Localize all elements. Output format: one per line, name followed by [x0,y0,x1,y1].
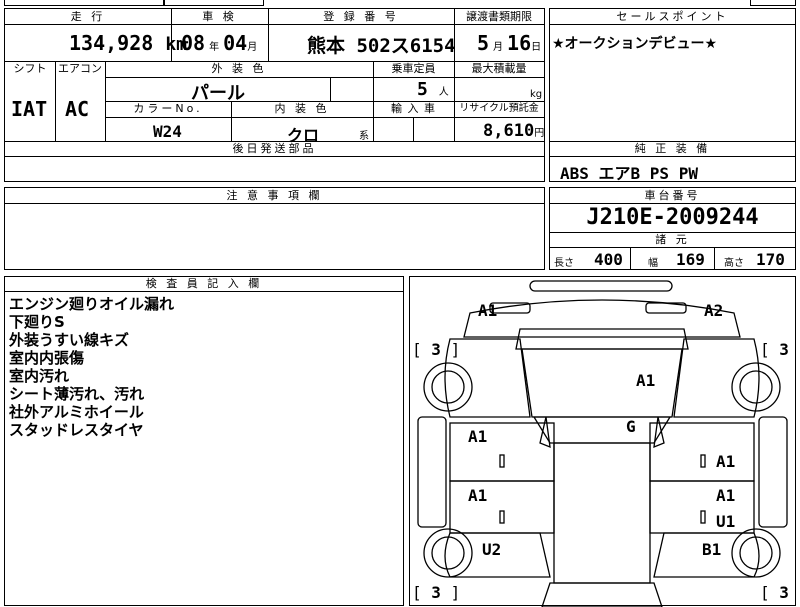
tire-front-right: [ 3 ] [760,340,800,359]
shift-value: IAT [11,97,48,121]
recycle-value: 8,610円 [483,121,545,141]
mark-left-rear-quarter: U2 [482,540,502,559]
height-label: 高さ [724,258,744,269]
exterior-color-header: 外 装 色 [211,62,267,75]
standard-equipment-section: 純 正 装 備 ABS エアB PS PW [549,141,796,183]
sales-point-header: セールスポイント [616,10,729,23]
note-line: エンジン廻りオイル漏れ [9,295,175,313]
mark-front-left: A1 [478,301,498,320]
inspector-notes-list: エンジン廻りオイル漏れ 下廻りS 外装うすい線キズ 室内内張傷 室内汚れ シート… [9,295,174,439]
mileage-value: 134,928 km [69,31,188,55]
color-no-value: W24 [153,122,182,141]
interior-color-suffix: 系 [359,131,369,142]
chassis-header: 車台番号 [644,189,701,202]
height-value: 170 [756,250,785,269]
note-line: 社外アルミホイール [9,403,144,421]
shift-header: シフト [13,62,47,75]
mark-front-right: A2 [704,301,724,320]
caution-section: 注 意 事 項 欄 [4,187,545,270]
inspector-notes-header: 検 査 員 記 入 欄 [145,277,263,290]
length-label: 長さ [554,258,574,269]
top-strip-cell [750,0,796,6]
note-line: 外装うすい線キズ [9,331,130,349]
note-line: スタッドレスタイヤ [9,421,144,439]
note-line: 室内汚れ [9,367,70,385]
mileage-header: 走 行 [70,10,106,23]
note-line: シート薄汚れ、汚れ [9,385,145,403]
aircon-value: AC [65,97,90,121]
max-load-unit: kg [530,89,543,100]
caution-header: 注 意 事 項 欄 [226,189,323,202]
max-load-header: 最大積載量 [471,62,527,75]
recycle-header: リサイクル預託金 [459,103,539,114]
mark-right-rear-door-upper: A1 [716,486,736,505]
note-line: 室内内張傷 [9,349,85,367]
specs-header: 諸 元 [655,233,690,246]
inspection-value: 08 年 04月 [181,31,258,55]
inspection-header: 車 検 [202,10,237,23]
mark-left-rear-door: A1 [468,486,488,505]
mark-left-front-door: A1 [468,427,488,446]
tire-rear-right: [ 3 ] [760,583,800,602]
transfer-deadline-header: 譲渡書類期限 [466,10,532,23]
width-label: 幅 [648,258,658,269]
capacity-header: 乗車定員 [391,62,436,75]
later-parts-header: 後日発送部品 [232,142,317,155]
note-line: 下廻りS [9,313,65,331]
registration-header: 登 録 番 号 [323,10,399,23]
vehicle-info-grid: 走 行 車 検 登 録 番 号 譲渡書類期限 134,928 km 08 年 04月… [4,8,545,145]
standard-equipment-value: ABS エアB PS PW [560,164,698,183]
mark-hood: A1 [636,371,656,390]
length-value: 400 [594,250,623,269]
registration-value: 熊本 502ス6154 [307,35,456,57]
width-value: 169 [676,250,705,269]
sales-point-section: セールスポイント ★オークションデビュー★ [549,8,796,142]
tire-front-left: [ 3 ] [412,340,461,359]
capacity-value: 5 人 [417,79,449,100]
top-strip-cell [4,0,164,6]
import-car-header: 輸 入 車 [391,102,436,115]
interior-color-header: 内 装 色 [274,102,330,115]
later-parts-section: 後日発送部品 [4,141,545,182]
transfer-deadline-value: 5 月 16日 [477,31,542,55]
chassis-section: 車台番号 J210E-2009244 諸 元 長さ 400 幅 169 高さ 1… [549,187,796,270]
inspector-notes-section: 検 査 員 記 入 欄 エンジン廻りオイル漏れ 下廻りS 外装うすい線キズ 室内… [4,276,404,606]
chassis-number: J210E-2009244 [586,205,759,230]
color-no-header: カラーNo. [133,102,203,115]
sales-point-text: ★オークションデビュー★ [552,36,718,52]
top-strip-cell [164,0,264,6]
tire-rear-left: [ 3 ] [412,583,461,602]
mark-right-front-door: A1 [716,452,736,471]
mark-right-rear-door-lower: U1 [716,512,736,531]
standard-equipment-header: 純 正 装 備 [634,142,711,155]
aircon-header: エアコン [58,62,102,75]
mark-roof: G [626,417,636,436]
mark-right-rear-quarter: B1 [702,540,722,559]
car-damage-diagram: A1 A2 A1 G A1 A1 A1 A1 U1 U2 B1 [ 3 ] [ … [409,276,800,607]
